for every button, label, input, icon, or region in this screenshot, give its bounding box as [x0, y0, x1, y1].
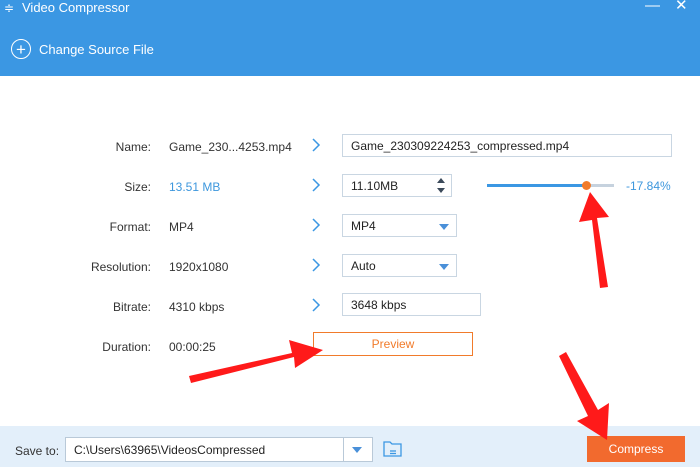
- size-label: Size:: [124, 180, 151, 194]
- name-label: Name:: [115, 140, 151, 154]
- decrement-icon[interactable]: [437, 188, 445, 193]
- original-resolution-value: 1920x1080: [169, 260, 229, 274]
- original-name-value: Game_230...4253.mp4: [169, 140, 292, 154]
- close-icon[interactable]: ✕: [675, 0, 688, 14]
- compression-slider[interactable]: [487, 181, 614, 190]
- change-source-file-label: Change Source File: [39, 41, 154, 57]
- compression-percent: -17.84%: [626, 179, 671, 193]
- bottom-bar: Save to: C:\Users\63965\VideosCompressed…: [0, 426, 700, 467]
- format-dropdown[interactable]: MP4: [342, 214, 457, 237]
- resolution-dropdown[interactable]: Auto: [342, 254, 457, 277]
- dropdown-arrow-icon: [439, 264, 449, 270]
- title-bar: ≑ Video Compressor — ✕: [0, 0, 700, 18]
- plus-circle-icon: +: [11, 39, 31, 59]
- minimize-icon[interactable]: —: [645, 0, 660, 14]
- save-path-field[interactable]: C:\Users\63965\VideosCompressed: [65, 437, 373, 462]
- bitrate-label: Bitrate:: [112, 300, 151, 314]
- chevron-right-icon: [312, 218, 321, 232]
- resolution-label: Resolution:: [90, 260, 151, 274]
- compression-slider-thumb[interactable]: [582, 181, 592, 190]
- original-format-value: MP4: [169, 220, 194, 234]
- original-size-value: 13.51 MB: [169, 180, 221, 194]
- output-name-field[interactable]: Game_230309224253_compressed.mp4: [342, 134, 672, 157]
- chevron-right-icon: [312, 178, 321, 192]
- bitrate-field[interactable]: 3648 kbps: [342, 293, 481, 316]
- toolbar: + Change Source File: [0, 18, 700, 76]
- chevron-right-icon: [312, 258, 321, 272]
- original-bitrate-value: 4310 kbps: [169, 300, 225, 314]
- preview-button[interactable]: Preview: [313, 332, 473, 356]
- save-path-text: C:\Users\63965\VideosCompressed: [74, 443, 266, 457]
- save-to-label: Save to:: [15, 444, 60, 458]
- duration-label: Duration:: [102, 340, 151, 354]
- annotation-arrow: [579, 192, 609, 288]
- increment-icon[interactable]: [437, 178, 445, 183]
- size-stepper-value: 11.10MB: [351, 178, 399, 193]
- compress-button[interactable]: Compress: [587, 436, 685, 462]
- bitrate-field-value: 3648 kbps: [351, 297, 407, 312]
- format-dropdown-value: MP4: [351, 218, 376, 233]
- duration-value: 00:00:25: [169, 340, 216, 354]
- folder-icon[interactable]: [383, 440, 402, 457]
- resolution-dropdown-value: Auto: [351, 258, 376, 273]
- compression-slider-fill: [487, 184, 587, 187]
- format-label: Format:: [109, 220, 151, 234]
- dropdown-arrow-icon[interactable]: [352, 447, 362, 453]
- size-stepper[interactable]: 11.10MB: [342, 174, 452, 197]
- chevron-right-icon: [312, 298, 321, 312]
- change-source-file-button[interactable]: + Change Source File: [11, 38, 154, 60]
- chevron-right-icon: [312, 138, 321, 152]
- output-name-text: Game_230309224253_compressed.mp4: [351, 138, 570, 153]
- dropdown-arrow-icon: [439, 224, 449, 230]
- app-menu-icon[interactable]: ≑: [4, 1, 14, 15]
- window-title: Video Compressor: [22, 0, 130, 15]
- path-divider: [343, 438, 344, 461]
